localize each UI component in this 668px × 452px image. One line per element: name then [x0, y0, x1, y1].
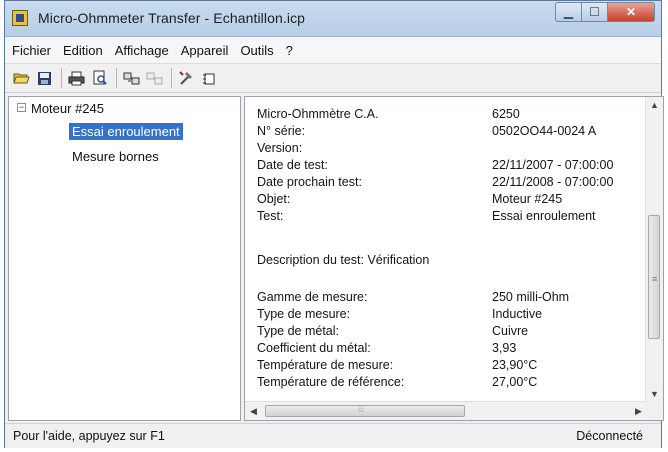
- menu-help[interactable]: ?: [281, 43, 298, 58]
- scroll-up-icon[interactable]: ▲: [646, 97, 663, 114]
- open-folder-icon[interactable]: [11, 68, 32, 89]
- settings-icon[interactable]: [199, 68, 220, 89]
- window-controls: ▁ ☐ ✕: [555, 2, 655, 22]
- scroll-right-icon[interactable]: ▶: [630, 402, 647, 420]
- print-icon[interactable]: [66, 68, 87, 89]
- toolbar-separator: [116, 68, 117, 88]
- transfer-icon[interactable]: [121, 68, 142, 89]
- horizontal-scrollbar[interactable]: ◀ ⦙⦙⦙ ▶: [245, 401, 647, 420]
- menu-bar: Fichier Edition Affichage Appareil Outil…: [5, 37, 661, 64]
- vertical-scroll-thumb[interactable]: ≡: [648, 215, 660, 339]
- menu-appareil[interactable]: Appareil: [176, 43, 234, 58]
- tree-root-moteur[interactable]: Moteur #245: [31, 101, 104, 116]
- tree-panel: − Moteur #245 Essai enroulement Mesure b…: [8, 96, 241, 421]
- maximize-button[interactable]: ☐: [582, 2, 608, 22]
- close-button[interactable]: ✕: [608, 2, 655, 22]
- status-connection: Déconnecté: [576, 429, 643, 443]
- toolbar: [5, 64, 661, 93]
- test-description: Description du test: Vérification: [257, 253, 430, 267]
- tools-icon[interactable]: [176, 68, 197, 89]
- menu-outils[interactable]: Outils: [235, 43, 278, 58]
- tree-item-mesure-bornes[interactable]: Mesure bornes: [72, 149, 159, 164]
- tree-item-essai-enroulement[interactable]: Essai enroulement: [69, 123, 183, 140]
- menu-affichage[interactable]: Affichage: [110, 43, 174, 58]
- window-title: Micro-Ohmmeter Transfer - Echantillon.ic…: [38, 10, 306, 26]
- status-bar: Pour l'aide, appuyez sur F1 Déconnecté: [5, 423, 661, 448]
- status-help-text: Pour l'aide, appuyez sur F1: [13, 429, 165, 443]
- app-window: Micro-Ohmmeter Transfer - Echantillon.ic…: [4, 0, 664, 448]
- grip-icon: ≡: [652, 274, 658, 284]
- save-icon[interactable]: [34, 68, 55, 89]
- horizontal-scroll-thumb[interactable]: ⦙⦙⦙: [265, 404, 465, 417]
- menu-fichier[interactable]: Fichier: [7, 43, 56, 58]
- tree-collapse-icon[interactable]: −: [17, 103, 26, 112]
- title-bar[interactable]: Micro-Ohmmeter Transfer - Echantillon.ic…: [5, 1, 661, 37]
- minimize-button[interactable]: ▁: [555, 2, 582, 22]
- scroll-left-icon[interactable]: ◀: [245, 402, 262, 420]
- app-icon[interactable]: [12, 10, 28, 26]
- scroll-corner: [646, 402, 663, 420]
- grip-icon: ⦙⦙⦙: [358, 404, 365, 414]
- toolbar-separator: [171, 68, 172, 88]
- menu-edition[interactable]: Edition: [58, 43, 108, 58]
- transfer-disabled-icon[interactable]: [144, 68, 165, 89]
- toolbar-separator: [61, 68, 62, 88]
- detail-panel: Micro-Ohmmètre C.A. 6250 N° série: 0502OO4…: [244, 96, 664, 421]
- print-preview-icon[interactable]: [89, 68, 110, 89]
- vertical-scrollbar[interactable]: ▲ ≡ ▼: [645, 97, 663, 403]
- scroll-down-icon[interactable]: ▼: [646, 386, 663, 403]
